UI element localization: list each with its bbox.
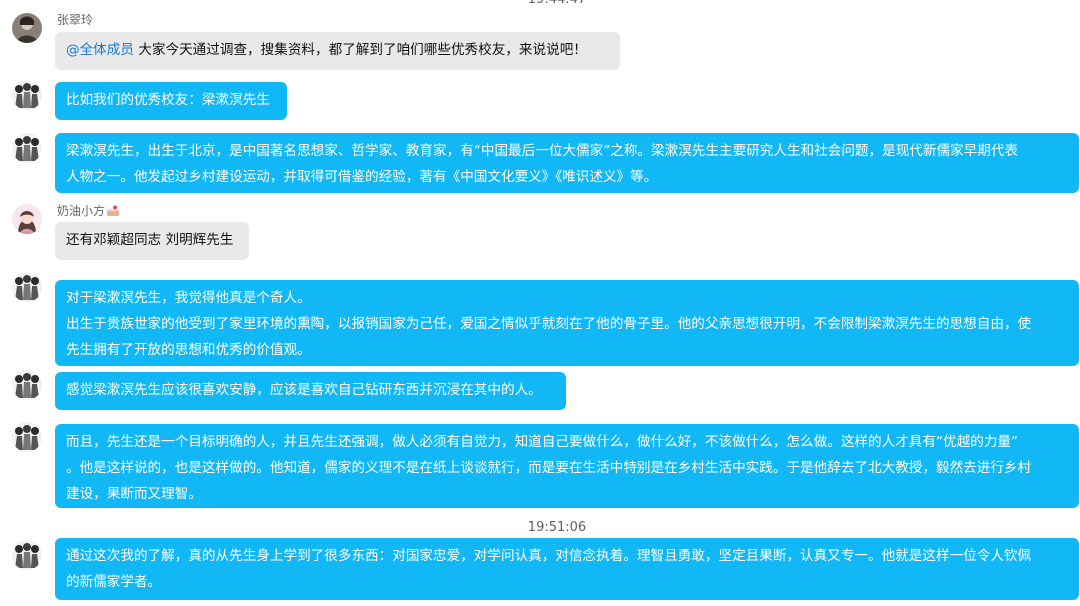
message-text: 大家今天通过调查，搜集资料，都了解到了咱们哪些优秀校友，来说说吧！ [138, 42, 587, 58]
message-bubble[interactable]: 梁漱溟先生，出生于北京，是中国著名思想家、哲学家、教育家，有“中国最后一位大儒家… [55, 133, 1079, 193]
sender-name: 奶油小方 [57, 203, 120, 221]
message-text-line: 建设，果断而又理智。 [66, 486, 202, 502]
message-text: 感觉梁漱溟先生应该很喜欢安静，应该是喜欢自己钻研东西并沉浸在其中的人。 [66, 382, 542, 398]
avatar[interactable] [12, 422, 42, 452]
sender-name-text: 奶油小方 [57, 204, 106, 218]
avatar[interactable] [12, 133, 42, 163]
message-text-line: 而且，先生还是一个目标明确的人，并且先生还强调，做人必须有自觉力，知道自己要做什… [66, 434, 1019, 450]
message-bubble[interactable]: 还有邓颖超同志 刘明辉先生 [55, 222, 249, 260]
timestamp: 19:51:06 [527, 520, 587, 535]
chat-window[interactable]: 19:44:47 张翠玲 @全体成员 大家今天通过调查，搜集资料，都了解到了咱们… [0, 0, 1080, 606]
avatar[interactable] [12, 370, 42, 400]
message-text-line: 的新儒家学者。 [66, 574, 162, 590]
message-text-line: 梁漱溟先生，出生于北京，是中国著名思想家、哲学家、教育家，有“中国最后一位大儒家… [66, 143, 1019, 159]
message-text-line: 对于梁漱溟先生，我觉得他真是个奇人。 [66, 290, 311, 306]
message-bubble[interactable]: 通过这次我的了解，真的从先生身上学到了很多东西：对国家忠爱，对学问认真，对信念执… [55, 538, 1079, 600]
message-text: 还有邓颖超同志 刘明辉先生 [66, 232, 234, 248]
message-text-line: 出生于贵族世家的他受到了家里环境的熏陶，以报销国家为己任，爱国之情似乎就刻在了他… [66, 316, 1032, 332]
timestamp: 19:44:47 [0, 0, 1080, 8]
avatar[interactable] [12, 13, 42, 43]
avatar[interactable] [12, 80, 42, 110]
message-bubble[interactable]: 感觉梁漱溟先生应该很喜欢安静，应该是喜欢自己钻研东西并沉浸在其中的人。 [55, 372, 566, 410]
message-text-line: 通过这次我的了解，真的从先生身上学到了很多东西：对国家忠爱，对学问认真，对信念执… [66, 548, 1032, 564]
cake-icon [106, 205, 120, 221]
message-text: 比如我们的优秀校友：梁漱溟先生 [66, 92, 270, 108]
avatar[interactable] [12, 540, 42, 570]
avatar[interactable] [12, 272, 42, 302]
mention-all[interactable]: @全体成员 [66, 42, 134, 58]
message-text-line: 先生拥有了开放的思想和优秀的价值观。 [66, 342, 311, 358]
sender-name: 张翠玲 [57, 13, 94, 27]
message-text-line: 人物之一。他发起过乡村建设运动，并取得可借鉴的经验，著有《中国文化要义》《唯识述… [66, 169, 658, 185]
message-bubble[interactable]: @全体成员 大家今天通过调查，搜集资料，都了解到了咱们哪些优秀校友，来说说吧！ [55, 32, 620, 70]
avatar[interactable] [12, 204, 42, 234]
message-bubble[interactable]: 而且，先生还是一个目标明确的人，并且先生还强调，做人必须有自觉力，知道自己要做什… [55, 424, 1079, 508]
message-bubble[interactable]: 对于梁漱溟先生，我觉得他真是个奇人。 出生于贵族世家的他受到了家里环境的熏陶，以… [55, 280, 1079, 366]
message-bubble[interactable]: 比如我们的优秀校友：梁漱溟先生 [55, 82, 287, 120]
message-text-line: 。他是这样说的，也是这样做的。他知道，儒家的义理不是在纸上谈谈就行，而是要在生活… [66, 460, 1032, 476]
